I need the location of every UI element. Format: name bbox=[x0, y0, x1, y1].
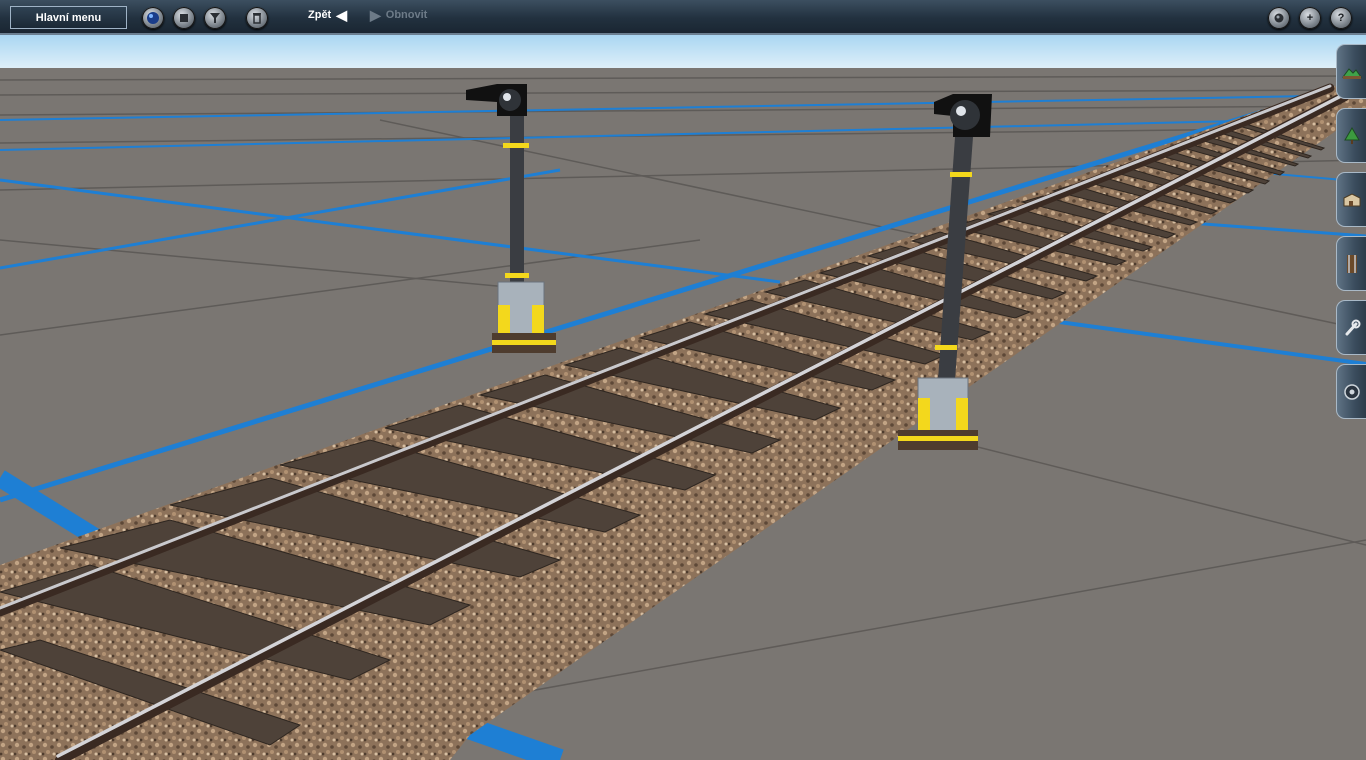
settings-tool-tab[interactable] bbox=[1336, 364, 1366, 419]
undo-button[interactable]: Zpět ◀ bbox=[308, 6, 348, 23]
stop-icon[interactable] bbox=[173, 7, 195, 29]
add-icon[interactable]: + bbox=[1299, 7, 1321, 29]
objects-tool-tab[interactable] bbox=[1336, 172, 1366, 227]
track-tool-tab[interactable] bbox=[1336, 236, 1366, 291]
undo-label: Zpět bbox=[308, 9, 332, 21]
track-tool-icon bbox=[1346, 254, 1357, 273]
objects-tool-icon bbox=[1343, 192, 1360, 206]
trees-tool-icon bbox=[1343, 126, 1360, 144]
redo-button[interactable]: ▶ Obnovit bbox=[370, 6, 428, 23]
trash-icon[interactable] bbox=[246, 7, 268, 29]
terrain-tool-icon bbox=[1341, 67, 1362, 79]
filter-icon[interactable] bbox=[204, 7, 226, 29]
help-icon[interactable]: ? bbox=[1330, 7, 1352, 29]
3d-viewport[interactable] bbox=[0, 0, 1366, 760]
top-toolbar: Hlavní menu Zpět ◀ ▶ Obnovit + ? bbox=[0, 0, 1366, 35]
camera-icon[interactable] bbox=[1268, 7, 1290, 29]
main-menu-button[interactable]: Hlavní menu bbox=[10, 6, 127, 29]
arrow-right-icon: ▶ bbox=[370, 6, 381, 23]
globe-icon[interactable] bbox=[142, 7, 164, 29]
arrow-left-icon: ◀ bbox=[336, 6, 348, 23]
wrench-tool-tab[interactable] bbox=[1336, 300, 1366, 355]
trees-tool-tab[interactable] bbox=[1336, 108, 1366, 163]
wrench-tool-icon bbox=[1345, 319, 1360, 335]
settings-tool-icon bbox=[1343, 383, 1360, 400]
redo-label: Obnovit bbox=[385, 9, 428, 21]
terrain-tool-tab[interactable] bbox=[1336, 44, 1366, 99]
